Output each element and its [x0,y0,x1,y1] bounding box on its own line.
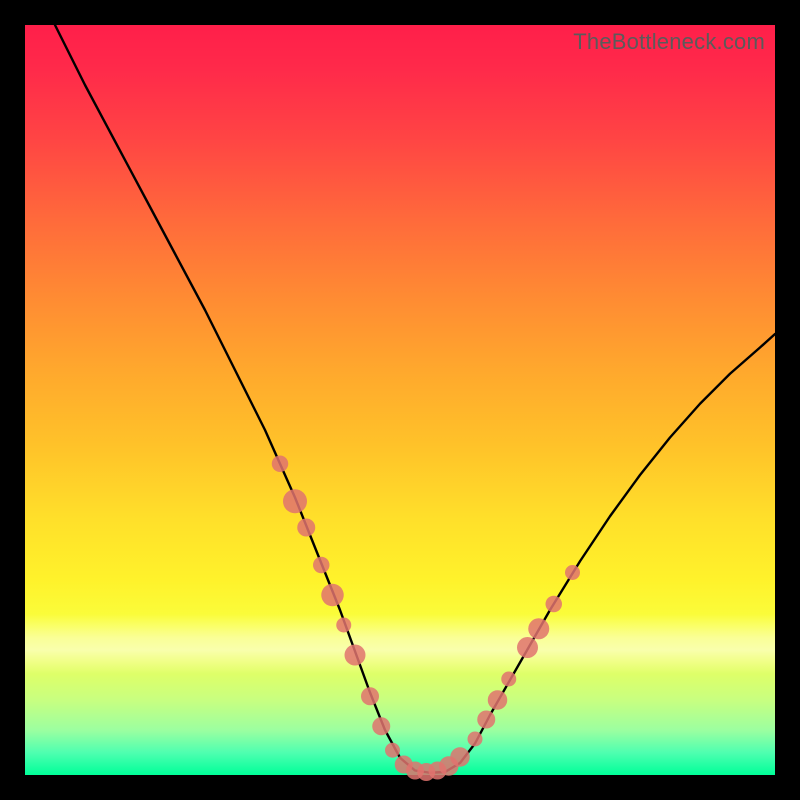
curve-line [55,25,775,773]
plot-area: TheBottleneck.com [25,25,775,775]
chart-frame: TheBottleneck.com [0,0,800,800]
marker-dots [272,456,580,782]
watermark-text: TheBottleneck.com [573,29,765,55]
chart-svg [25,25,775,775]
